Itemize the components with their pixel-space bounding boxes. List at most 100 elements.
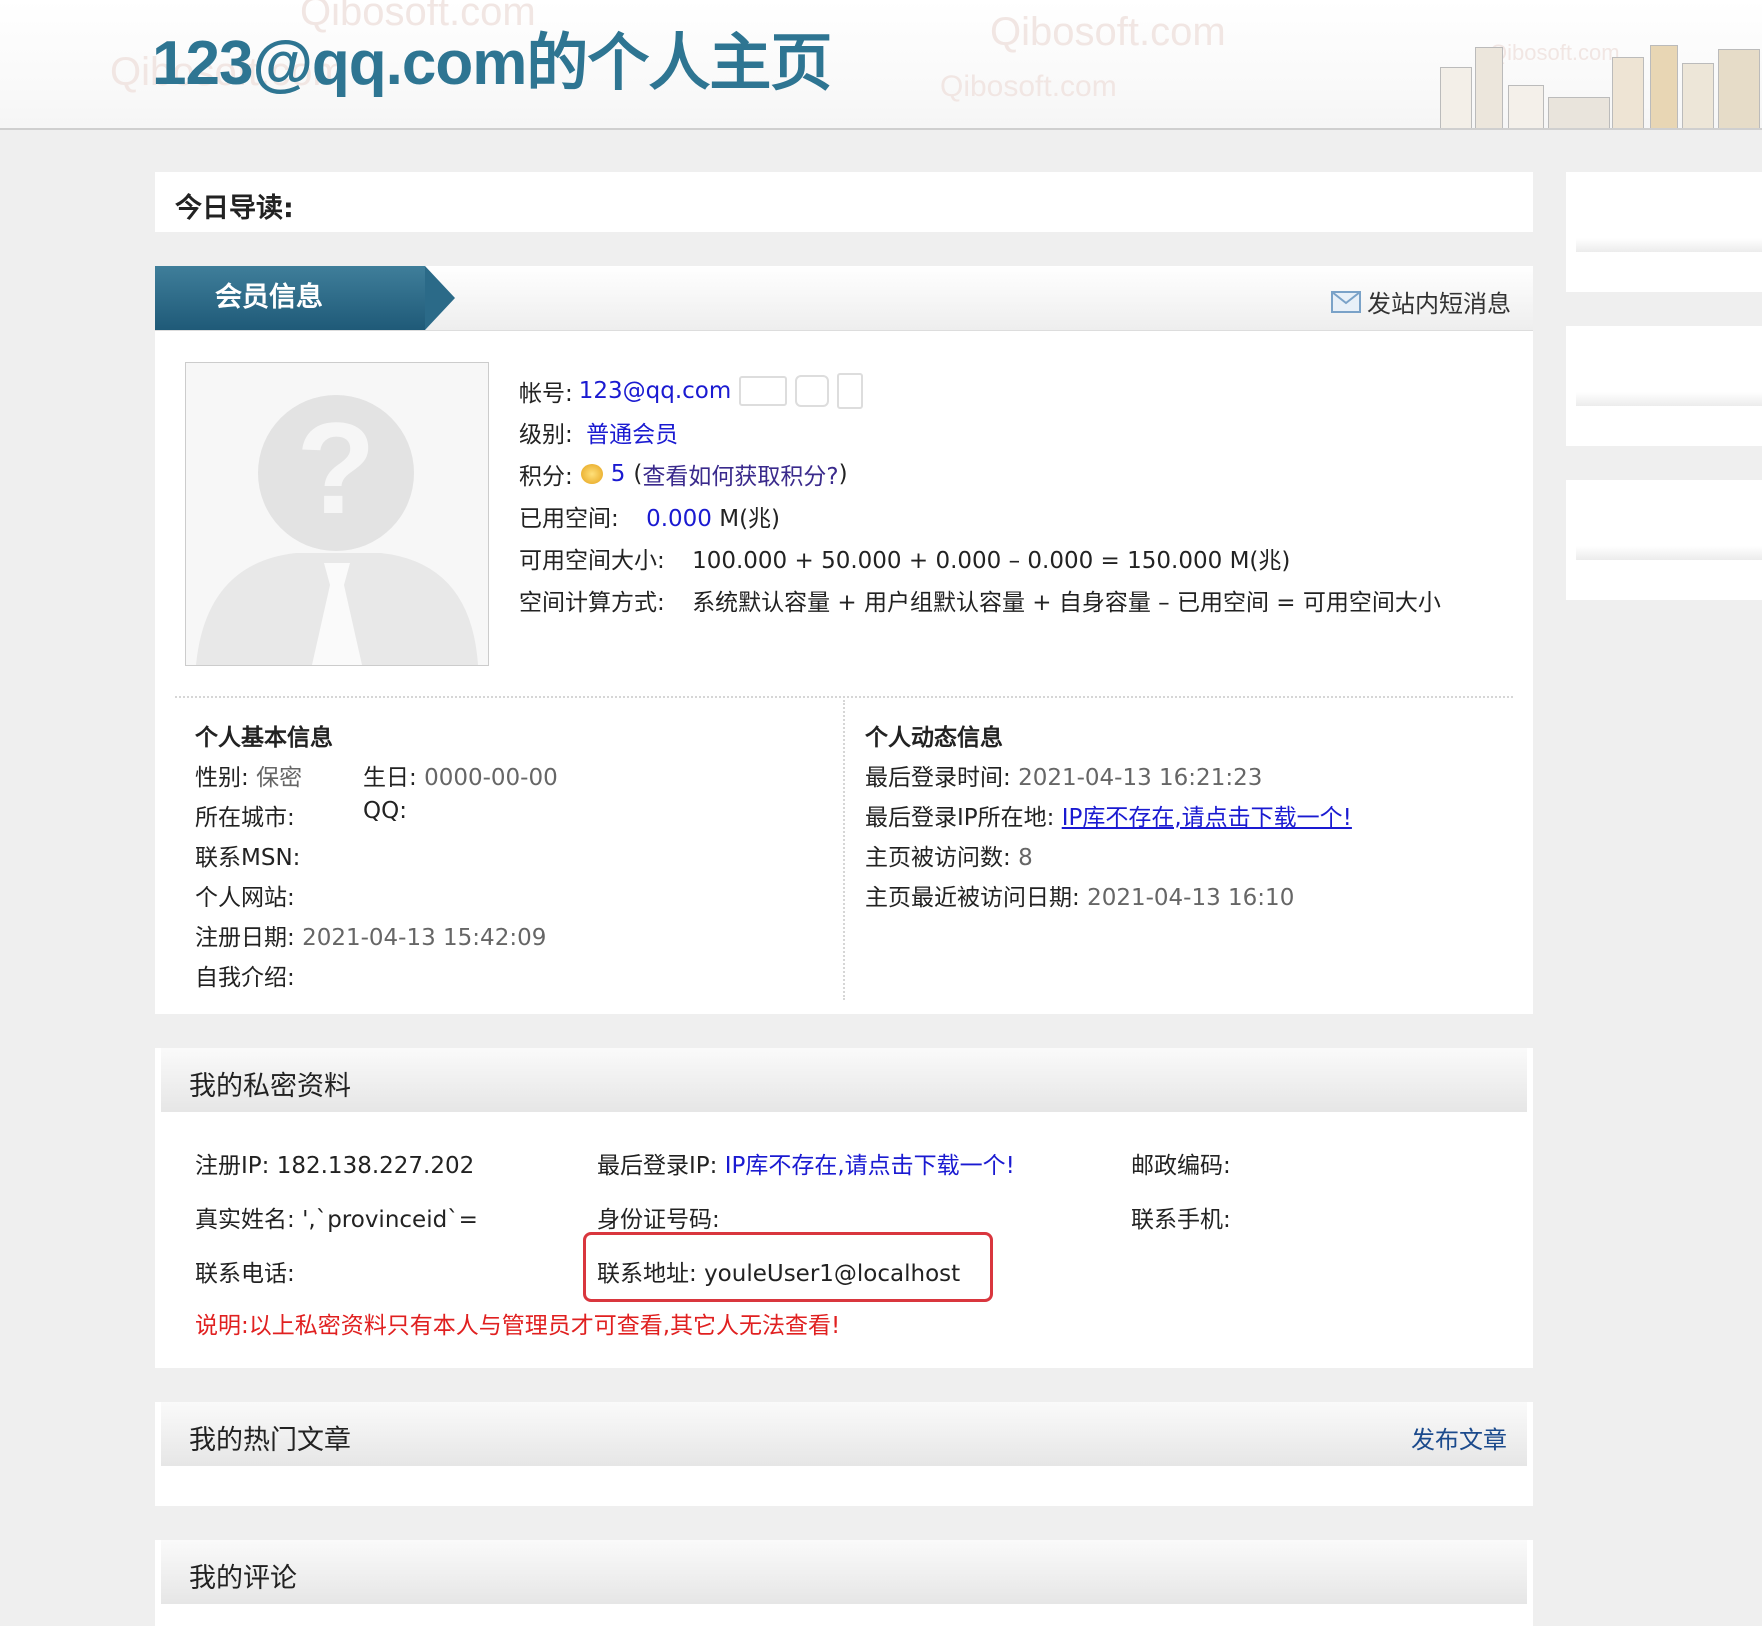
send-message-link[interactable]: 发站内短消息	[1331, 284, 1511, 319]
private-info-title: 我的私密资料	[189, 1071, 351, 1102]
city-label: 所在城市:	[195, 805, 295, 831]
today-reading-card: 今日导读:	[155, 172, 1533, 232]
comments-title: 我的评论	[189, 1563, 297, 1594]
points-close-paren: )	[838, 461, 848, 487]
visits-value: 8	[1018, 845, 1033, 871]
idcard-label: 身份证号码:	[597, 1207, 720, 1233]
available-space-row: 可用空间大小: 100.000 + 50.000 + 0.000 – 0.000…	[519, 541, 1290, 575]
realname-row: 真实姓名: ',`provinceid`=	[195, 1200, 478, 1234]
mobile-label: 联系手机:	[1131, 1207, 1231, 1233]
intro-label: 自我介绍:	[195, 965, 295, 991]
used-space-value: 0.000	[646, 506, 712, 532]
points-value: 5	[610, 461, 626, 487]
account-value[interactable]: 123@qq.com	[579, 378, 732, 404]
last-ip-label: 最后登录IP:	[597, 1153, 718, 1179]
gender-label: 性别:	[195, 765, 249, 791]
used-space-label: 已用空间:	[519, 506, 619, 532]
msn-label: 联系MSN:	[195, 845, 301, 871]
address-row: 联系地址: youleUser1@localhost	[597, 1254, 960, 1288]
account-row: 帐号: 123@qq.com	[519, 373, 864, 409]
realname-value: ',`provinceid`=	[302, 1207, 478, 1233]
watermark: Qibosoft.com	[940, 70, 1117, 103]
watermark: Qibosoft.com	[990, 10, 1226, 54]
basic-info-heading: 个人基本信息	[195, 725, 333, 751]
comments-card: 我的评论	[155, 1540, 1533, 1626]
realname-label: 真实姓名:	[195, 1207, 295, 1233]
address-label: 联系地址:	[597, 1261, 697, 1287]
page-header: Qibosoft.com Qibosoft.com Qibosoft.com Q…	[0, 0, 1762, 130]
reg-ip-value: 182.138.227.202	[276, 1153, 475, 1179]
send-message-label: 发站内短消息	[1367, 290, 1511, 318]
address-value: youleUser1@localhost	[704, 1261, 961, 1287]
sidebar-stripe	[1576, 546, 1762, 560]
member-info-tab[interactable]: 会员信息	[155, 266, 455, 330]
level-label: 级别:	[519, 422, 573, 448]
page-title: 123@qq.com的个人主页	[152, 29, 832, 98]
publish-article-link[interactable]: 发布文章	[1411, 1420, 1507, 1455]
points-label: 积分:	[519, 464, 573, 490]
sidebar-box	[1566, 480, 1762, 600]
level-row: 级别: 普通会员	[519, 415, 678, 449]
account-label: 帐号:	[519, 381, 573, 407]
last-visit-label: 主页最近被访问日期:	[865, 885, 1080, 911]
reg-ip-label: 注册IP:	[195, 1153, 270, 1179]
available-space-value: 100.000 + 50.000 + 0.000 – 0.000 = 150.0…	[692, 548, 1291, 574]
phone-label: 联系电话:	[195, 1261, 295, 1287]
space-calc-value: 系统默认容量 + 用户组默认容量 + 自身容量 – 已用空间 = 可用空间大小	[692, 590, 1441, 616]
level-value[interactable]: 普通会员	[586, 422, 678, 448]
mail-badge-icon	[795, 375, 830, 407]
hot-articles-title: 我的热门文章	[189, 1425, 351, 1456]
last-login-row: 最后登录时间: 2021-04-13 16:21:23	[865, 758, 1262, 792]
divider	[175, 696, 1513, 698]
avatar: ?	[185, 362, 489, 666]
sidebar-box	[1566, 326, 1762, 446]
ip-location-row: 最后登录IP所在地: IP库不存在,请点击下载一个!	[865, 798, 1352, 832]
reg-date-value: 2021-04-13 15:42:09	[302, 925, 547, 951]
points-open-paren: (	[633, 461, 643, 487]
space-calc-row: 空间计算方式: 系统默认容量 + 用户组默认容量 + 自身容量 – 已用空间 =…	[519, 583, 1441, 617]
reg-date-label: 注册日期:	[195, 925, 295, 951]
birthday-label: 生日:	[363, 765, 417, 791]
qq-label: QQ:	[363, 798, 407, 824]
ip-location-link[interactable]: IP库不存在,请点击下载一个!	[1062, 805, 1352, 831]
watermark: Qibosoft.com	[1490, 40, 1620, 65]
birthday-row: 生日: 0000-00-00	[363, 758, 558, 792]
last-visit-value: 2021-04-13 16:10	[1087, 885, 1295, 911]
articles-header-bar	[161, 1402, 1527, 1466]
available-space-label: 可用空间大小:	[519, 548, 665, 574]
column-divider	[843, 700, 845, 1000]
envelope-icon	[1331, 290, 1361, 313]
visits-row: 主页被访问数: 8	[865, 838, 1033, 872]
website-label: 个人网站:	[195, 885, 295, 911]
postcode-label: 邮政编码:	[1131, 1153, 1231, 1179]
hot-articles-card: 我的热门文章 发布文章	[155, 1402, 1533, 1506]
sidebar-stripe	[1576, 238, 1762, 252]
svg-text:?: ?	[296, 395, 375, 541]
reg-ip-row: 注册IP: 182.138.227.202	[195, 1146, 474, 1180]
privacy-note: 说明:以上私密资料只有本人与管理员才可查看,其它人无法查看!	[195, 1313, 841, 1339]
private-info-card: 我的私密资料 注册IP: 182.138.227.202 最后登录IP: IP库…	[155, 1048, 1533, 1368]
reg-date-row: 注册日期: 2021-04-13 15:42:09	[195, 918, 546, 952]
phone-icon	[837, 373, 864, 409]
ip-location-label: 最后登录IP所在地:	[865, 805, 1055, 831]
sidebar-stripe	[1576, 392, 1762, 406]
today-reading-label: 今日导读:	[175, 193, 294, 224]
gender-value: 保密	[256, 765, 303, 791]
sidebar-box	[1566, 172, 1762, 292]
last-login-value: 2021-04-13 16:21:23	[1018, 765, 1263, 791]
gender-row: 性别: 保密	[195, 758, 302, 792]
comments-header-bar	[161, 1540, 1527, 1604]
used-space-unit: M(兆)	[719, 506, 781, 532]
visits-label: 主页被访问数:	[865, 845, 1011, 871]
private-header-bar	[161, 1048, 1527, 1112]
last-login-label: 最后登录时间:	[865, 765, 1011, 791]
space-calc-label: 空间计算方式:	[519, 590, 665, 616]
activity-heading: 个人动态信息	[865, 725, 1003, 751]
points-help-link[interactable]: 查看如何获取积分?	[642, 457, 838, 491]
card-icon	[739, 376, 788, 406]
used-space-row: 已用空间: 0.000 M(兆)	[519, 499, 780, 533]
last-ip-link[interactable]: IP库不存在,请点击下载一个!	[725, 1153, 1015, 1179]
last-ip-row: 最后登录IP: IP库不存在,请点击下载一个!	[597, 1146, 1015, 1180]
member-info-card: 会员信息 发站内短消息 ? 帐号: 123@qq.com 级别: 普通会员 积分…	[155, 266, 1533, 1014]
coins-icon	[580, 464, 603, 484]
